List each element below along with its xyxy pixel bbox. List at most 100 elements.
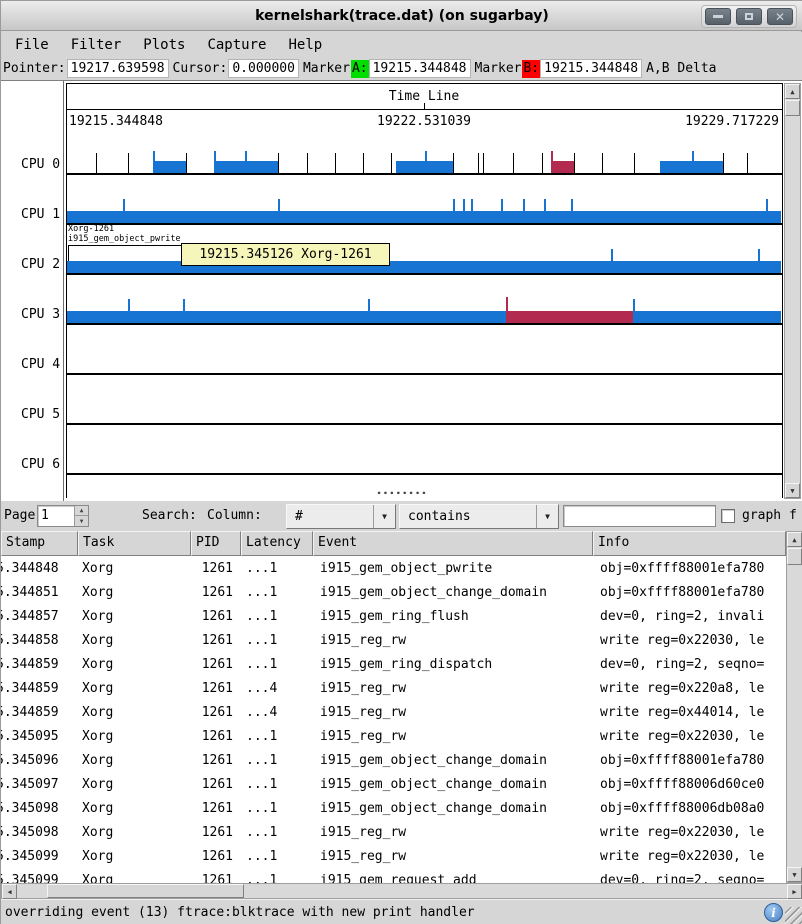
horizontal-scrollbar-thumb[interactable]	[47, 884, 244, 898]
table-row[interactable]: 5.344848Xorg1261...1i915_gem_object_pwri…	[1, 556, 786, 580]
arrow-down-icon: ▼	[80, 518, 84, 525]
menu-plots[interactable]: Plots	[143, 37, 185, 53]
title-bar[interactable]: kernelshark(trace.dat) (on sugarbay) ✕	[1, 1, 802, 31]
table-scrollbar[interactable]: ▲ ▼	[786, 531, 802, 883]
table-cell: Xorg	[78, 681, 191, 696]
chevron-down-icon[interactable]: ▼	[536, 505, 558, 528]
search-input[interactable]	[563, 505, 716, 527]
column-header-stamp[interactable]: Stamp	[1, 531, 78, 556]
column-select[interactable]: # ▼	[286, 504, 396, 529]
event-tick	[602, 153, 603, 173]
time-tick-left: 19215.344848	[69, 114, 163, 129]
marker-a-badge[interactable]: A:	[351, 60, 369, 78]
event-tick	[766, 199, 768, 211]
table-cell: Xorg	[78, 849, 191, 864]
column-header-info[interactable]: Info	[593, 531, 786, 556]
table-cell: 5.345097	[1, 777, 78, 792]
table-row[interactable]: 5.344858Xorg1261...1i915_reg_rwwrite reg…	[1, 628, 786, 652]
marker-a-label: Marker	[303, 61, 350, 76]
graph-follows-checkbox[interactable]	[721, 509, 735, 523]
event-tick	[453, 153, 454, 173]
gutter-separator	[63, 81, 64, 501]
marker-b-badge[interactable]: B:	[522, 60, 540, 78]
table-row[interactable]: 5.344851Xorg1261...1i915_gem_object_chan…	[1, 580, 786, 604]
arrow-left-icon: ◀	[7, 888, 11, 896]
column-header-event[interactable]: Event	[313, 531, 593, 556]
table-row[interactable]: 5.345098Xorg1261...1i915_gem_object_chan…	[1, 796, 786, 820]
graph-follows-label: graph f	[742, 501, 802, 531]
table-cell: 5.344858	[1, 633, 78, 648]
scroll-up-button[interactable]: ▲	[787, 532, 802, 547]
event-tick	[425, 151, 427, 162]
table-row[interactable]: 5.345095Xorg1261...1i915_reg_rwwrite reg…	[1, 724, 786, 748]
graph-scrollbar-thumb[interactable]	[785, 100, 800, 116]
spin-down-button[interactable]: ▼	[75, 516, 88, 526]
minimize-button[interactable]	[705, 8, 731, 25]
graph-scrollbar[interactable]: ▲ ▼	[784, 83, 801, 499]
marker-b-label: Marker	[475, 61, 522, 76]
chevron-down-icon[interactable]: ▼	[373, 505, 395, 528]
menu-file[interactable]: File	[15, 37, 49, 53]
cpu-baseline	[66, 223, 782, 225]
pane-splitter-handle[interactable]	[1, 489, 802, 499]
maximize-button[interactable]	[736, 8, 762, 25]
event-tick	[128, 153, 129, 173]
table-row[interactable]: 5.345096Xorg1261...1i915_gem_object_chan…	[1, 748, 786, 772]
event-tick	[513, 153, 514, 173]
menu-capture[interactable]: Capture	[207, 37, 266, 53]
table-cell: ...1	[241, 561, 313, 576]
page-value: 1	[41, 506, 49, 526]
horizontal-scrollbar[interactable]: ◀ ▶	[1, 883, 802, 899]
table-cell: i915_gem_ring_flush	[313, 609, 593, 624]
event-bar-segment	[214, 161, 278, 173]
table-row[interactable]: 5.344857Xorg1261...1i915_gem_ring_flushd…	[1, 604, 786, 628]
table-row[interactable]: 5.345099Xorg1261...1i915_gem_request_add…	[1, 868, 786, 883]
table-cell: i915_gem_object_pwrite	[313, 561, 593, 576]
timeline-graph[interactable]: Time Line 19215.344848 19222.531039 1922…	[1, 81, 802, 501]
scroll-left-button[interactable]: ◀	[2, 884, 17, 899]
table-row[interactable]: 5.345099Xorg1261...1i915_reg_rwwrite reg…	[1, 844, 786, 868]
table-row[interactable]: 5.345098Xorg1261...1i915_reg_rwwrite reg…	[1, 820, 786, 844]
event-table[interactable]: 5.344848Xorg1261...1i915_gem_object_pwri…	[1, 556, 786, 883]
cpu-label: CPU 5	[21, 406, 60, 423]
column-header-task[interactable]: Task	[78, 531, 191, 556]
table-row[interactable]: 5.344859Xorg1261...4i915_reg_rwwrite reg…	[1, 700, 786, 724]
table-row[interactable]: 5.344859Xorg1261...4i915_reg_rwwrite reg…	[1, 676, 786, 700]
event-tick	[723, 153, 724, 173]
table-cell: 1261	[191, 585, 241, 600]
event-tick	[571, 199, 573, 211]
table-cell: ...1	[241, 657, 313, 672]
resize-grip[interactable]	[785, 907, 802, 924]
table-row[interactable]: 5.345097Xorg1261...1i915_gem_object_chan…	[1, 772, 786, 796]
cpu-label: CPU 3	[21, 306, 60, 323]
spin-up-button[interactable]: ▲	[75, 506, 88, 516]
event-bar-segment	[551, 161, 574, 173]
info-icon[interactable]: i	[764, 903, 783, 922]
page-spinbox[interactable]: 1 ▲ ▼	[37, 505, 89, 527]
time-axis-center-tick	[424, 103, 425, 109]
search-toolbar: Page 1 ▲ ▼ Search: Column: # ▼ contains …	[1, 501, 802, 531]
close-button[interactable]: ✕	[767, 8, 793, 25]
match-select[interactable]: contains ▼	[399, 504, 559, 529]
table-row[interactable]: 5.344859Xorg1261...1i915_gem_ring_dispat…	[1, 652, 786, 676]
scroll-down-button[interactable]: ▼	[787, 867, 802, 882]
scroll-right-button[interactable]: ▶	[787, 884, 802, 899]
cpu-baseline	[66, 423, 782, 425]
time-axis-line	[66, 109, 783, 110]
table-cell: i915_reg_rw	[313, 825, 593, 840]
pointer-value: 19217.639598	[67, 59, 169, 78]
table-cell: 1261	[191, 777, 241, 792]
table-cell: Xorg	[78, 609, 191, 624]
column-header-pid[interactable]: PID	[191, 531, 241, 556]
timeline-title: Time Line	[66, 89, 782, 104]
event-tick	[758, 249, 760, 261]
scroll-up-button[interactable]: ▲	[785, 84, 800, 99]
table-scrollbar-thumb[interactable]	[787, 548, 802, 565]
menu-filter[interactable]: Filter	[71, 37, 122, 53]
table-cell: i915_gem_object_change_domain	[313, 585, 593, 600]
page-label: Page	[4, 501, 35, 531]
event-tick	[183, 299, 185, 311]
table-cell: ...1	[241, 801, 313, 816]
column-header-latency[interactable]: Latency	[241, 531, 313, 556]
menu-help[interactable]: Help	[288, 37, 322, 53]
